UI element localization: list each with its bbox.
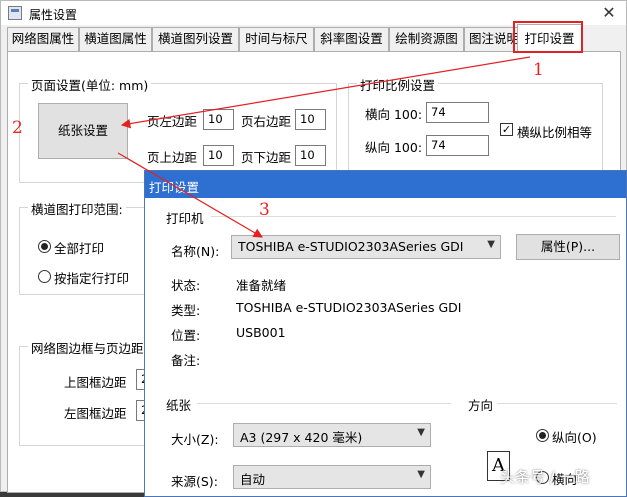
paper-source-value: 自动 xyxy=(240,472,266,487)
where-label: 位置: xyxy=(171,328,201,343)
dialog-title: 打印设置 xyxy=(149,180,200,195)
orientation-section-title: 方向 xyxy=(468,398,494,413)
tab-legend[interactable]: 图注说明 xyxy=(464,27,524,51)
window-title: 属性设置 xyxy=(29,8,78,22)
window-app-icon xyxy=(8,6,22,20)
printer-name-value: TOSHIBA e-STUDIO2303ASeries GDI xyxy=(238,239,464,254)
print-range-group: 横道图打印范围: 全部打印 按指定行打印 xyxy=(19,199,147,295)
watermark: 头条号 / 一路 xyxy=(500,468,590,486)
paper-section-title: 纸张 xyxy=(166,398,192,413)
status-value: 准备就绪 xyxy=(236,278,287,293)
top-margin-input[interactable]: 10 xyxy=(203,145,234,166)
paper-source-select[interactable]: 自动 ▼ xyxy=(233,465,431,489)
chevron-down-icon: ▼ xyxy=(487,239,495,250)
where-value: USB001 xyxy=(236,325,286,340)
border-margins-group: 网络图边框与页边距离 上图框边距 2 左图框边距 2 xyxy=(19,338,160,446)
left-margin-input[interactable]: 10 xyxy=(203,109,234,130)
paper-size-select[interactable]: A3 (297 x 420 毫米) ▼ xyxy=(233,423,431,447)
printer-properties-button[interactable]: 属性(P)... xyxy=(516,234,620,260)
horizontal-scale-input[interactable]: 74 xyxy=(426,102,489,123)
print-all-label: 全部打印 xyxy=(54,241,105,256)
vertical-scale-input[interactable]: 74 xyxy=(426,135,489,156)
annotation-step-2: 2 xyxy=(12,118,23,138)
equal-scale-label: 横纵比例相等 xyxy=(517,125,593,140)
print-scale-group: 打印比例设置 横向 100: 74 纵向 100: 74 ✓ 横纵比例相等 xyxy=(348,75,603,176)
top-border-label: 上图框边距 xyxy=(64,375,127,390)
print-rows-radio[interactable] xyxy=(38,270,51,283)
status-label: 状态: xyxy=(171,278,201,293)
paper-size-label: 大小(Z): xyxy=(171,432,219,447)
bottom-margin-label: 页下边距 xyxy=(241,150,292,165)
orientation-section-divider xyxy=(497,403,617,404)
tab-gantt-properties[interactable]: 横道图属性 xyxy=(79,27,152,51)
portrait-radio[interactable] xyxy=(536,429,549,442)
left-margin-label: 页左边距 xyxy=(147,114,198,129)
print-range-title: 横道图打印范围: xyxy=(28,199,126,218)
tab-resource-chart[interactable]: 绘制资源图 xyxy=(389,27,464,51)
paper-source-label: 来源(S): xyxy=(171,474,218,489)
right-margin-input[interactable]: 10 xyxy=(295,109,326,130)
bottom-margin-input[interactable]: 10 xyxy=(295,145,326,166)
tab-network-properties[interactable]: 网络图属性 xyxy=(7,27,79,51)
type-label: 类型: xyxy=(171,303,201,318)
portrait-label: 纵向(O) xyxy=(552,430,597,445)
top-margin-label: 页上边距 xyxy=(147,150,198,165)
equal-scale-checkbox[interactable]: ✓ xyxy=(500,123,513,136)
printer-section-divider xyxy=(211,216,616,217)
tab-print-settings[interactable]: 打印设置 xyxy=(517,24,582,52)
close-icon[interactable]: ✕ xyxy=(597,3,621,23)
paper-size-value: A3 (297 x 420 毫米) xyxy=(240,430,363,445)
page-setup-group: 页面设置(单位: mm) 纸张设置 页左边距 10 页右边距 10 页上边距 1… xyxy=(19,75,337,183)
type-value: TOSHIBA e-STUDIO2303ASeries GDI xyxy=(236,300,462,315)
dialog-titlebar: 打印设置 xyxy=(145,171,626,198)
page-setup-title: 页面设置(单位: mm) xyxy=(28,75,152,94)
window-titlebar: 属性设置 ✕ xyxy=(1,1,626,25)
paper-section-divider xyxy=(197,403,451,404)
vertical-scale-label: 纵向 100: xyxy=(365,140,423,155)
print-all-radio[interactable] xyxy=(38,240,51,253)
print-setup-dialog: 打印设置 打印机 名称(N): TOSHIBA e-STUDIO2303ASer… xyxy=(144,170,627,497)
comment-label: 备注: xyxy=(171,353,201,368)
annotation-step-3: 3 xyxy=(259,200,270,220)
annotation-step-1: 1 xyxy=(533,60,544,80)
horizontal-scale-label: 横向 100: xyxy=(365,107,423,122)
left-border-label: 左图框边距 xyxy=(64,406,127,421)
paper-setup-button[interactable]: 纸张设置 xyxy=(38,103,128,159)
printer-section-title: 打印机 xyxy=(166,211,204,226)
printer-name-label: 名称(N): xyxy=(171,244,220,259)
printer-name-select[interactable]: TOSHIBA e-STUDIO2303ASeries GDI ▼ xyxy=(231,235,501,259)
tab-gantt-columns[interactable]: 横道图列设置 xyxy=(152,27,239,51)
print-scale-title: 打印比例设置 xyxy=(357,75,439,94)
tab-slope-chart[interactable]: 斜率图设置 xyxy=(314,27,389,51)
tab-time-ruler[interactable]: 时间与标尺 xyxy=(239,27,314,51)
chevron-down-icon: ▼ xyxy=(417,427,425,438)
border-margins-title: 网络图边框与页边距离 xyxy=(28,338,160,357)
chevron-down-icon: ▼ xyxy=(417,469,425,480)
print-rows-label: 按指定行打印 xyxy=(54,271,130,286)
right-margin-label: 页右边距 xyxy=(241,114,292,129)
